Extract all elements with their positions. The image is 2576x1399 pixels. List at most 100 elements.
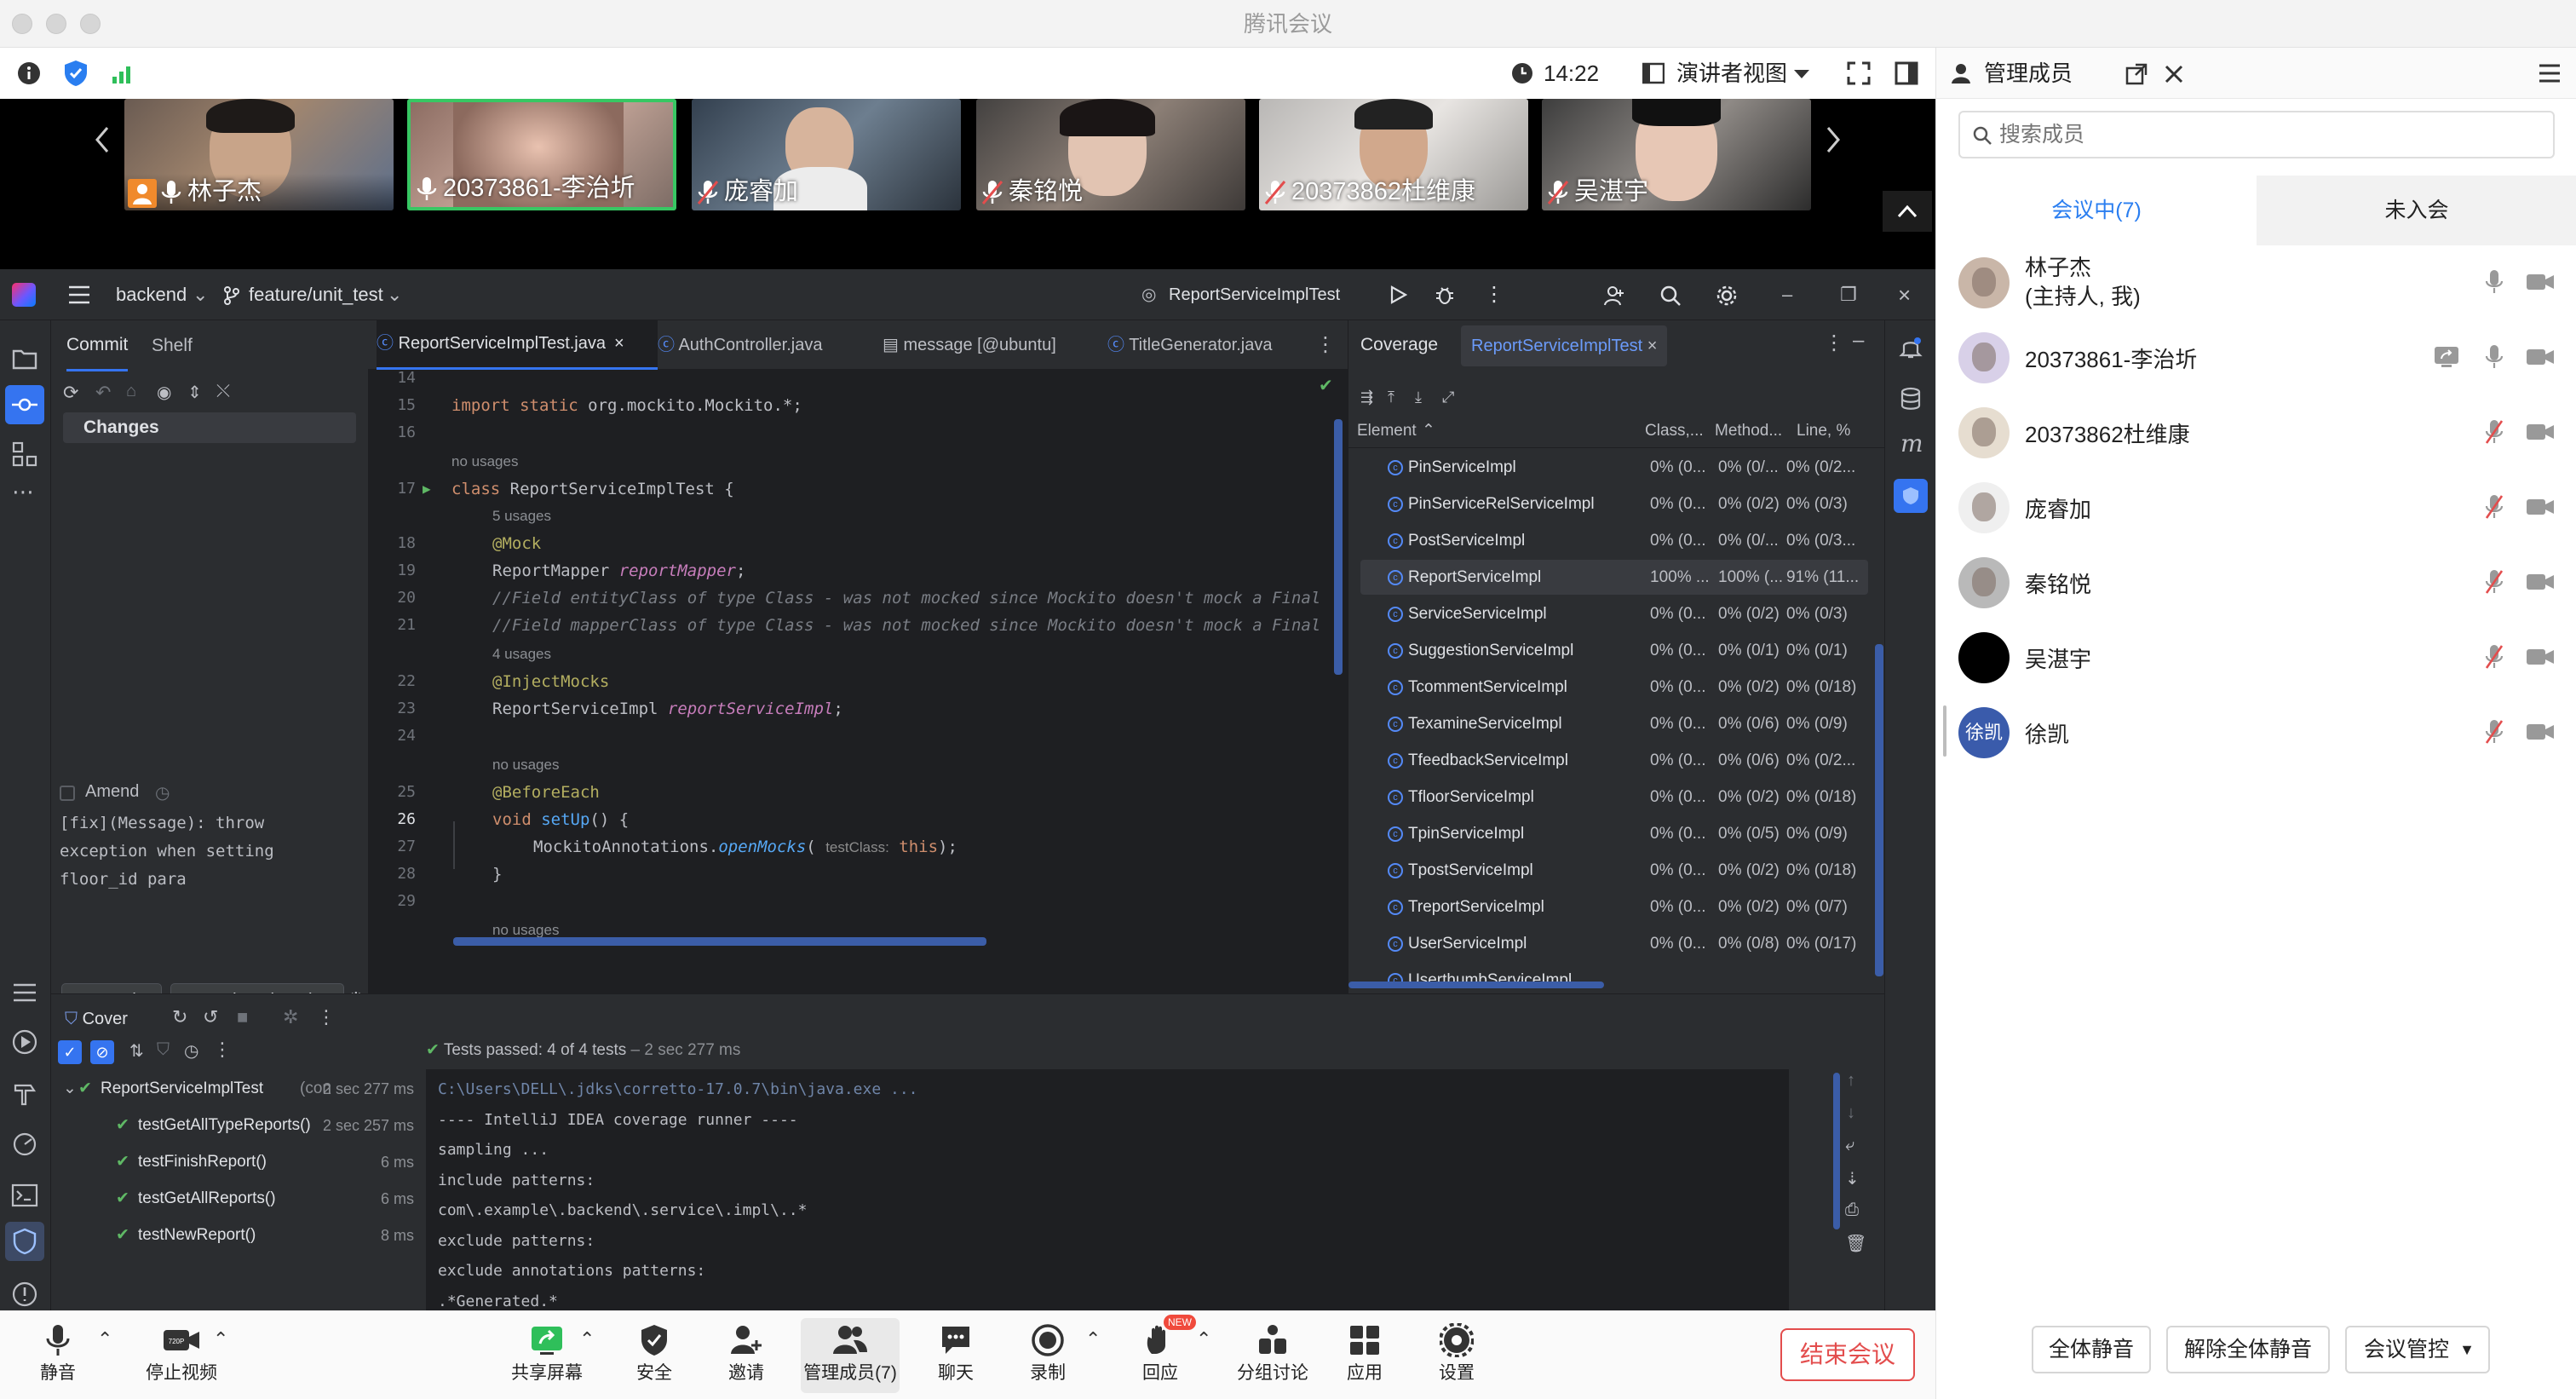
scroll-up-icon[interactable]: ↑ bbox=[1847, 1071, 1855, 1091]
more-tools-icon[interactable]: ⋯ bbox=[12, 479, 34, 505]
video-tile[interactable]: 吴湛宇 bbox=[1542, 99, 1811, 210]
member-row[interactable]: 林子杰 (主持人, 我) bbox=[1936, 245, 2576, 320]
test-case-row[interactable]: ✔ testFinishReport() 6 ms bbox=[51, 1144, 426, 1180]
close-tab-icon[interactable]: × bbox=[1647, 337, 1658, 355]
video-camera-icon[interactable] bbox=[2526, 648, 2555, 666]
video-camera-icon[interactable] bbox=[2526, 423, 2555, 441]
main-menu-icon[interactable] bbox=[68, 285, 90, 304]
scroll-down-icon[interactable]: ↓ bbox=[1847, 1103, 1855, 1123]
show-ignored-toggle[interactable]: ⊘ bbox=[90, 1040, 114, 1064]
security-button[interactable]: 安全 bbox=[613, 1318, 695, 1393]
coverage-row[interactable]: c SuggestionServiceImpl 0% (0... 0% (0/1) 0%… bbox=[1360, 633, 1868, 668]
video-options-chevron-up-icon[interactable]: ⌃ bbox=[213, 1328, 228, 1350]
chat-button[interactable]: 聊天 bbox=[915, 1318, 997, 1393]
search-icon[interactable] bbox=[1659, 285, 1682, 307]
record-options-chevron-up-icon[interactable]: ⌃ bbox=[1085, 1328, 1101, 1350]
member-row[interactable]: 吴湛宇 bbox=[1936, 620, 2576, 695]
mic-muted-icon[interactable] bbox=[2485, 419, 2504, 445]
console-scrollbar[interactable] bbox=[1833, 1073, 1840, 1229]
mic-muted-icon[interactable] bbox=[2485, 569, 2504, 595]
video-camera-icon[interactable] bbox=[2526, 573, 2555, 591]
manage-members-button[interactable]: 管理成员(7) bbox=[801, 1318, 900, 1393]
commit-message-field[interactable]: [fix](Message): throw exception when set… bbox=[60, 809, 356, 894]
mute-all-button[interactable]: 全体静音 bbox=[2032, 1326, 2151, 1373]
more-options-icon[interactable]: ⋮ bbox=[1824, 331, 1844, 355]
mic-muted-icon[interactable] bbox=[2485, 719, 2504, 745]
test-case-row[interactable]: ✔ testGetAllTypeReports() 2 sec 257 ms bbox=[51, 1108, 426, 1143]
sort-icon[interactable]: ⇅ bbox=[129, 1040, 144, 1062]
video-tile[interactable]: 庞睿加 bbox=[692, 99, 961, 210]
coverage-row[interactable]: c UserthumbServiceImpl bbox=[1360, 963, 1868, 983]
coverage-row[interactable]: c TpinServiceImpl 0% (0... 0% (0/5) 0% (0/9) bbox=[1360, 816, 1868, 851]
import-icon[interactable]: ⤓ bbox=[1415, 389, 1422, 406]
header-method[interactable]: Method... bbox=[1715, 414, 1782, 448]
terminal-icon[interactable] bbox=[10, 1181, 39, 1210]
video-camera-icon[interactable] bbox=[2526, 348, 2555, 366]
sidebar-toggle-icon[interactable] bbox=[1895, 61, 1918, 85]
show-passed-toggle[interactable]: ✓ bbox=[58, 1040, 82, 1064]
coverage-row[interactable]: c TfeedbackServiceImpl 0% (0... 0% (0/6) 0% … bbox=[1360, 743, 1868, 778]
mute-options-chevron-up-icon[interactable]: ⌃ bbox=[97, 1328, 112, 1350]
test-suite-row[interactable]: ⌄ ✔ ReportServiceImplTest (con 2 sec 277 ms bbox=[51, 1071, 426, 1107]
editor-tab[interactable]: ⓒ AuthController.java bbox=[658, 320, 822, 370]
run-gutter-icon[interactable]: ▶ bbox=[423, 475, 431, 503]
problems-icon[interactable] bbox=[10, 1280, 39, 1309]
database-icon[interactable] bbox=[1899, 387, 1923, 411]
run-icon[interactable] bbox=[1389, 285, 1407, 304]
navigate-up-icon[interactable]: ⤒ bbox=[1388, 389, 1394, 406]
show-diff-icon[interactable]: ◉ bbox=[157, 382, 171, 403]
editor-h-scrollbar[interactable] bbox=[453, 937, 986, 946]
usage-hint[interactable]: no usages bbox=[492, 751, 559, 779]
project-folder-icon[interactable] bbox=[10, 344, 39, 373]
minimize-icon[interactable]: – bbox=[1782, 269, 1792, 320]
coverage-row[interactable]: c TfloorServiceImpl 0% (0... 0% (0/2) 0% (0/… bbox=[1360, 780, 1868, 815]
settings-gear-icon[interactable] bbox=[1716, 285, 1738, 307]
branch-selector[interactable]: feature/unit_test bbox=[249, 269, 383, 320]
commit-tool-button[interactable] bbox=[5, 385, 44, 424]
coverage-row[interactable]: c UserServiceImpl 0% (0... 0% (0/8) 0% (0/17… bbox=[1360, 926, 1868, 961]
mic-icon[interactable] bbox=[2485, 269, 2504, 295]
popout-icon[interactable] bbox=[2125, 63, 2148, 85]
coverage-scrollbar[interactable] bbox=[1875, 644, 1883, 976]
video-camera-icon[interactable] bbox=[2526, 498, 2555, 516]
coverage-row[interactable]: c TreportServiceImpl 0% (0... 0% (0/2) 0% (0… bbox=[1360, 889, 1868, 924]
close-icon[interactable] bbox=[2165, 65, 2183, 83]
build-hammer-icon[interactable] bbox=[10, 1079, 39, 1108]
structure-icon[interactable] bbox=[10, 440, 39, 469]
coverage-h-scrollbar[interactable] bbox=[1348, 982, 1604, 988]
test-case-row[interactable]: ✔ testNewReport() 8 ms bbox=[51, 1218, 426, 1253]
todo-list-icon[interactable] bbox=[10, 978, 39, 1007]
react-options-chevron-up-icon[interactable]: ⌃ bbox=[1196, 1328, 1211, 1350]
network-signal-icon[interactable] bbox=[111, 61, 136, 85]
share-options-chevron-up-icon[interactable]: ⌃ bbox=[579, 1328, 595, 1350]
tab-shelf[interactable]: Shelf bbox=[152, 320, 193, 371]
header-class[interactable]: Class,... bbox=[1645, 414, 1704, 448]
more-options-icon[interactable]: ⋮ bbox=[213, 1039, 232, 1061]
scroll-to-end-icon[interactable]: ⇣ bbox=[1845, 1168, 1860, 1189]
close-icon[interactable]: × bbox=[1898, 269, 1911, 320]
member-row[interactable]: 20373862杜维康 bbox=[1936, 395, 2576, 470]
more-options-icon[interactable]: ⋮ bbox=[317, 1006, 336, 1028]
editor-tab-active[interactable]: ⓒ ReportServiceImplTest.java × bbox=[377, 320, 658, 370]
stop-icon[interactable]: ■ bbox=[237, 1006, 248, 1028]
refresh-icon[interactable]: ⟳ bbox=[63, 382, 78, 404]
clear-trash-icon[interactable]: 🗑 bbox=[1845, 1233, 1866, 1254]
expand-chevron-icon[interactable]: ⌄ bbox=[63, 1071, 77, 1107]
info-icon[interactable] bbox=[17, 61, 41, 85]
changes-node[interactable]: Changes bbox=[63, 412, 356, 443]
code-with-me-icon[interactable] bbox=[1603, 285, 1625, 307]
code-area[interactable]: 14 15 import static org.mockito.Mockito.*… bbox=[368, 370, 1348, 993]
mic-muted-icon[interactable] bbox=[2485, 494, 2504, 520]
collapse-all-icon[interactable]: ⤬ bbox=[216, 382, 230, 401]
react-button[interactable]: NEW 回应 bbox=[1119, 1315, 1201, 1393]
security-shield-icon[interactable] bbox=[63, 60, 89, 87]
member-row[interactable]: 秦铭悦 bbox=[1936, 545, 2576, 620]
header-element[interactable]: Element bbox=[1357, 414, 1417, 448]
member-row[interactable]: 20373861-李治圻 bbox=[1936, 320, 2576, 395]
coverage-row[interactable]: c PostServiceImpl 0% (0... 0% (0/... 0% (0/3… bbox=[1360, 523, 1868, 558]
usage-hint[interactable]: no usages bbox=[451, 448, 518, 475]
coverage-row[interactable]: c PinServiceRelServiceImpl 0% (0... 0% (0/2… bbox=[1360, 486, 1868, 521]
member-search-input[interactable] bbox=[1999, 118, 2544, 152]
coverage-tool-button[interactable] bbox=[5, 1222, 44, 1261]
more-actions-icon[interactable]: ⋮ bbox=[1484, 269, 1504, 320]
